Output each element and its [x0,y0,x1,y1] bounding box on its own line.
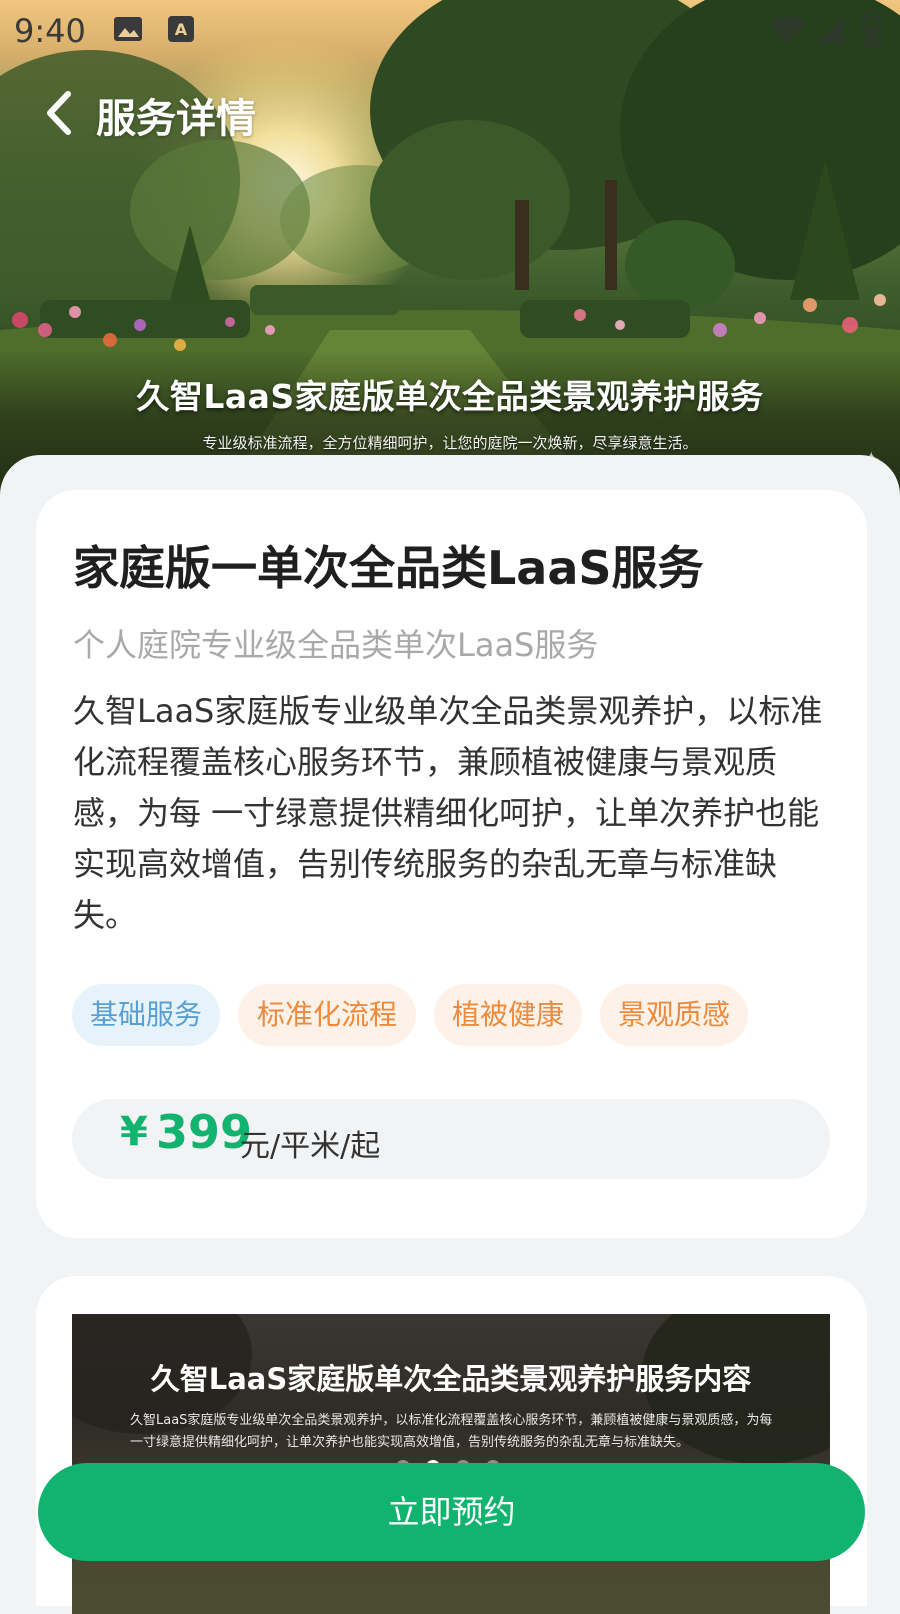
currency-symbol: ¥ [120,1109,148,1155]
back-button[interactable] [40,88,80,138]
service-description: 久智LaaS家庭版专业级单次全品类景观养护，以标准化流程覆盖核心服务环节，兼顾植… [73,692,823,934]
hero-title: 久智LaaS家庭版单次全品类景观养护服务 [136,377,764,416]
service-info-card: 家庭版一单次全品类LaaS服务 个人庭院专业级全品类单次LaaS服务 久智Laa… [36,490,867,1238]
wifi-icon [770,16,806,44]
status-bar: 9:40 A [0,0,900,60]
price-box: ¥ 399 元/平米/起 [72,1099,830,1179]
svg-text:A: A [175,20,188,39]
battery-icon [862,14,882,48]
tag-standard-process: 标准化流程 [238,984,416,1046]
text-a-icon: A [168,16,194,42]
hero-banner: 久智LaaS家庭版单次全品类景观养护服务 专业级标准流程，全方位精细呵护，让您的… [0,0,900,500]
price-amount: 399 [156,1105,253,1159]
hero-subtitle: 专业级标准流程，全方位精细呵护，让您的庭院一次焕新，尽享绿意生活。 [202,434,698,452]
price-unit: 元/平米/起 [240,1129,381,1164]
page-title: 服务详情 [96,96,256,142]
detail-banner-title: 久智LaaS家庭版单次全品类景观养护服务内容 [150,1362,752,1396]
signal-icon [816,16,844,44]
image-icon [114,17,142,41]
tag-plant-health: 植被健康 [434,984,582,1046]
service-title: 家庭版一单次全品类LaaS服务 [73,541,704,595]
tag-landscape-texture: 景观质感 [600,984,748,1046]
book-now-button[interactable]: 立即预约 [38,1463,865,1561]
service-subtitle: 个人庭院专业级全品类单次LaaS服务 [73,626,599,664]
chevron-left-icon [47,91,71,135]
status-time: 9:40 [14,12,86,50]
detail-banner-text: 久智LaaS家庭版专业级单次全品类景观养护，以标准化流程覆盖核心服务环节，兼顾植… [130,1413,773,1450]
tag-basic-service: 基础服务 [72,984,220,1046]
